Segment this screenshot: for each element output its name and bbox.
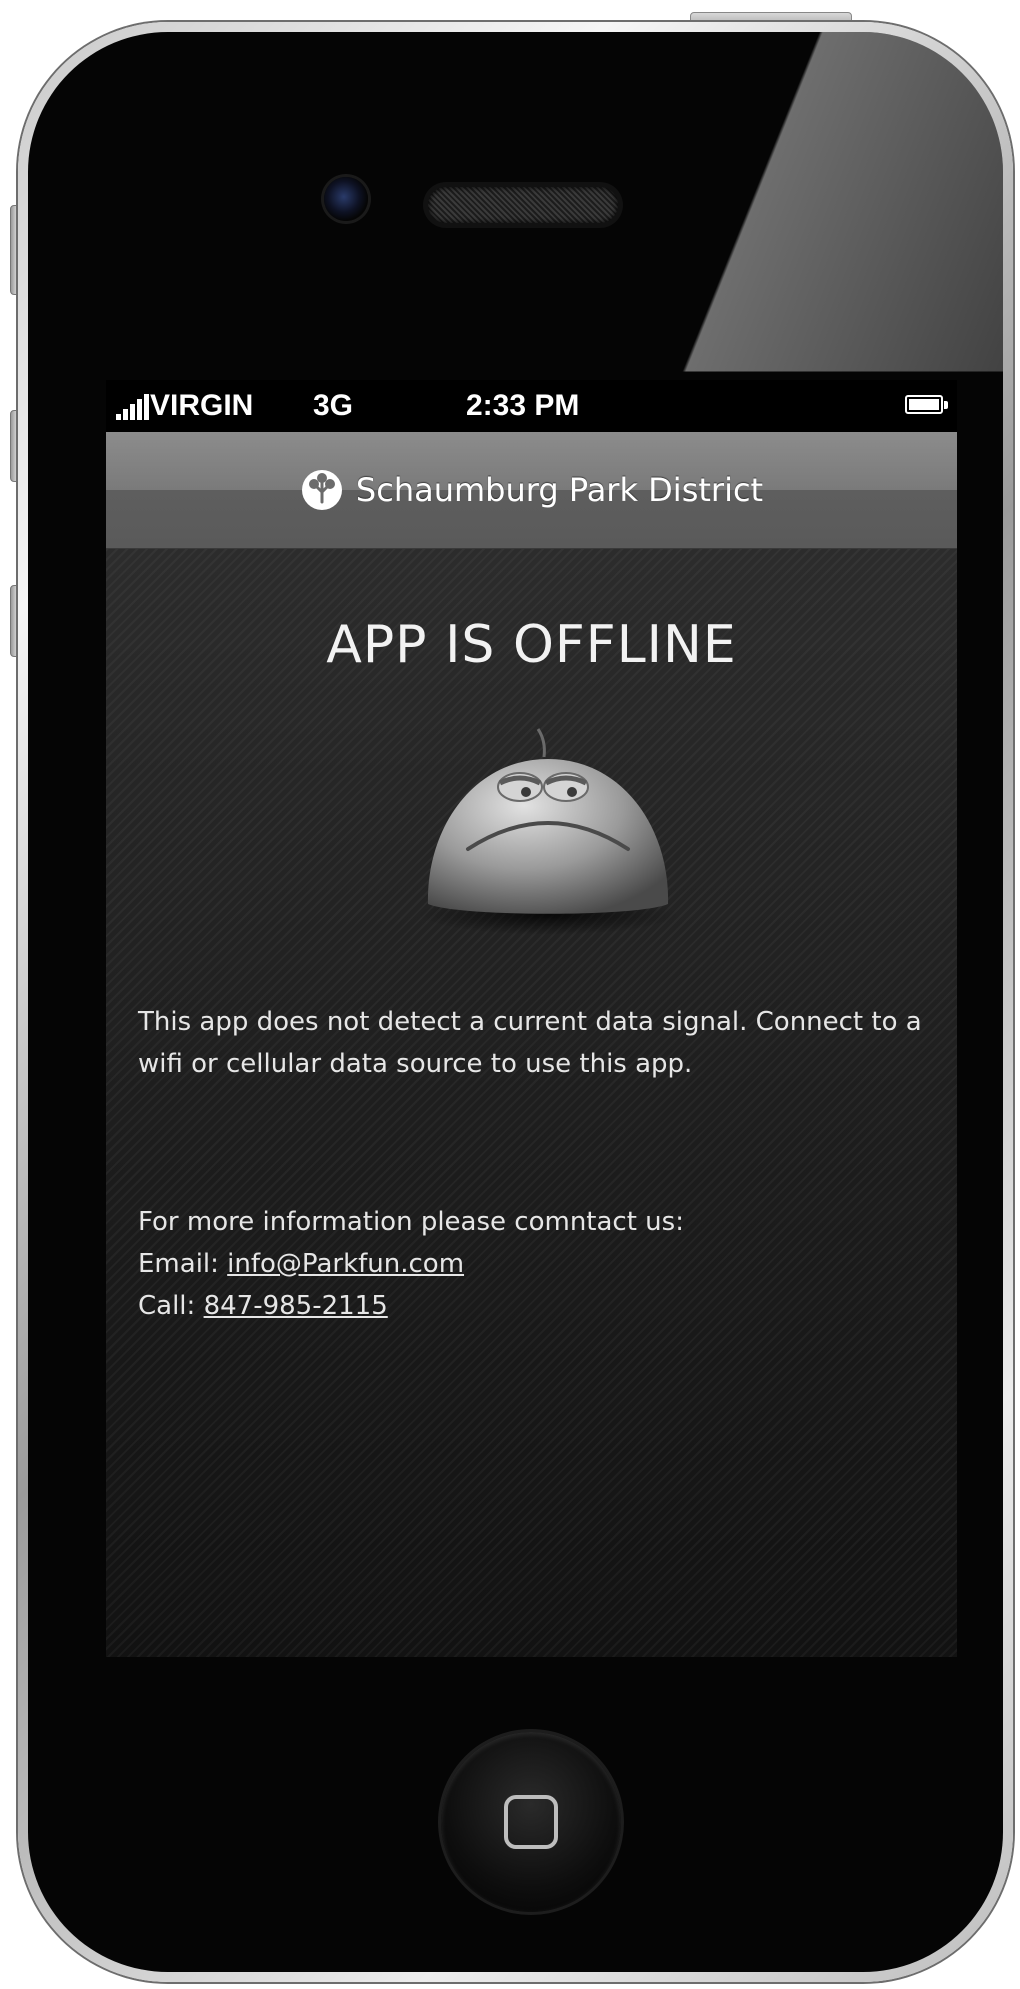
email-label: Email: — [138, 1249, 228, 1279]
email-link[interactable]: info@Parkfun.com — [227, 1249, 464, 1279]
device-stage: VIRGIN 3G 2:33 PM Schaumburg Park Distri… — [0, 0, 1020, 1989]
offline-message: This app does not detect a current data … — [138, 1007, 922, 1079]
signal-strength-icon — [116, 390, 149, 420]
call-label: Call: — [138, 1291, 204, 1321]
home-button[interactable] — [441, 1732, 621, 1912]
sad-face-icon — [418, 728, 678, 935]
battery-icon — [905, 395, 948, 414]
phone-screen: VIRGIN 3G 2:33 PM Schaumburg Park Distri… — [106, 380, 957, 1657]
contact-email-row: Email: info@Parkfun.com — [138, 1243, 938, 1285]
network-type: 3G — [313, 389, 354, 422]
status-time: 2:33 PM — [466, 389, 580, 422]
carrier-name: VIRGIN — [150, 389, 254, 422]
app-header: Schaumburg Park District — [106, 432, 957, 549]
offline-heading: APP IS OFFLINE — [326, 615, 737, 675]
phone-link[interactable]: 847-985-2115 — [204, 1291, 388, 1321]
phone-face: VIRGIN 3G 2:33 PM Schaumburg Park Distri… — [28, 32, 1003, 1972]
contact-intro: For more information please comntact us: — [138, 1207, 684, 1237]
earpiece-speaker — [428, 187, 618, 223]
offline-content: APP IS OFFLINE This app does not detect … — [106, 549, 957, 1657]
status-bar: VIRGIN 3G 2:33 PM — [106, 380, 957, 432]
contact-info: For more information please comntact us:… — [138, 1201, 938, 1327]
contact-phone-row: Call: 847-985-2115 — [138, 1285, 938, 1327]
tree-icon — [301, 470, 342, 510]
front-camera — [324, 177, 368, 221]
app-title: Schaumburg Park District — [355, 471, 764, 509]
phone-frame: VIRGIN 3G 2:33 PM Schaumburg Park Distri… — [18, 22, 1013, 1982]
home-button-icon — [504, 1795, 558, 1849]
